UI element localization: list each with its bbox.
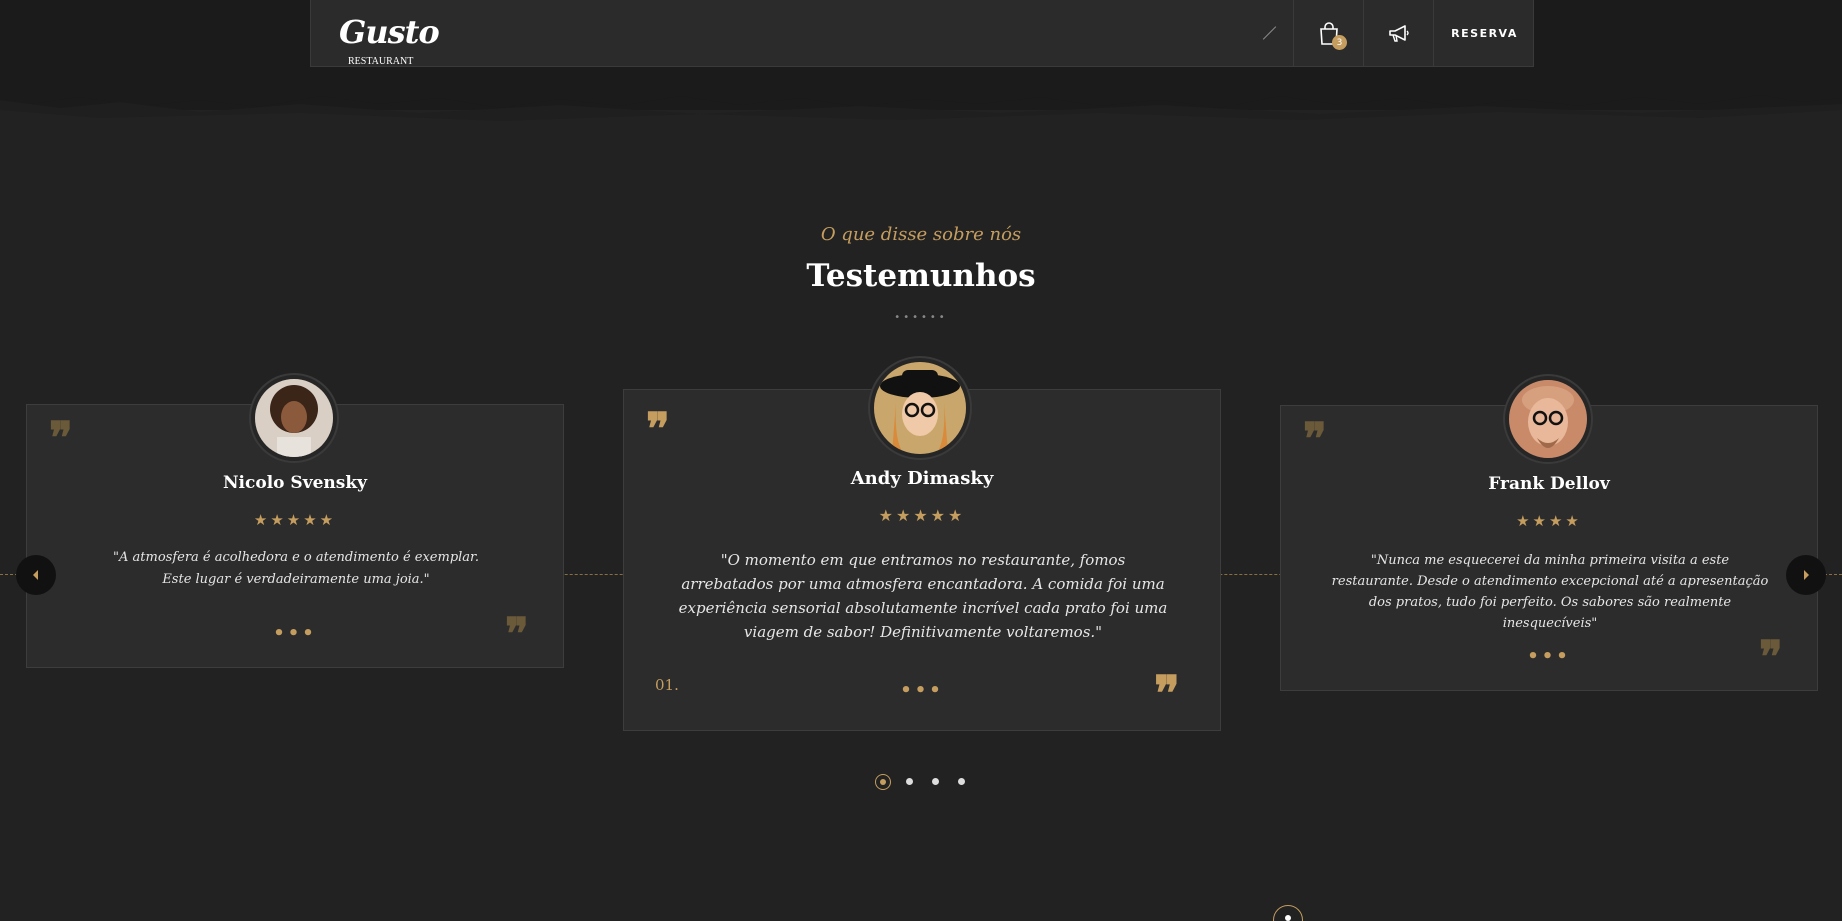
caret-left-icon — [33, 570, 38, 580]
rating-stars: ★★★★ — [1516, 512, 1582, 530]
pagination-dot[interactable] — [906, 778, 913, 785]
quote-close-icon: ❞ — [1154, 666, 1180, 722]
section-subtitle: O que disse sobre nós — [820, 224, 1022, 245]
read-more-dots[interactable]: ••• — [27, 623, 563, 644]
logo[interactable]: Gusto RESTAURANT — [339, 13, 440, 67]
avatar — [1505, 376, 1591, 462]
cart-button[interactable]: 3 — [1293, 0, 1363, 67]
read-more-dots[interactable]: ••• — [624, 680, 1220, 701]
site-header: Gusto RESTAURANT 3 RESERVA — [310, 0, 1534, 67]
quote-close-icon: ❞ — [505, 609, 529, 660]
testimonial-card-active: ❞ Andy Dimasky ★★★★★ "O momento em que e… — [623, 358, 1221, 731]
reserve-button[interactable]: RESERVA — [1433, 0, 1535, 67]
slash-icon — [1262, 26, 1277, 40]
quote-open-icon: ❞ — [49, 413, 73, 464]
pagination-dot[interactable] — [932, 778, 939, 785]
brush-edge-decoration — [0, 80, 1842, 121]
testimonial-card: ❞ Nicolo Svensky ★★★★★ "A atmosfera é ac… — [26, 375, 564, 668]
quote-open-icon: ❞ — [646, 404, 670, 455]
testimonial-text: "O momento em que entramos no restaurant… — [678, 551, 1168, 641]
avatar — [251, 375, 337, 461]
testimonial-name: Nicolo Svensky — [223, 473, 367, 493]
carousel-prev-button[interactable] — [16, 555, 56, 595]
quote-open-icon: ❞ — [1303, 414, 1327, 465]
title-divider-dots: •••••• — [894, 312, 948, 323]
read-more-dots[interactable]: ••• — [1281, 646, 1817, 667]
reserve-label: RESERVA — [1451, 27, 1518, 40]
announcements-button[interactable] — [1363, 0, 1433, 67]
avatar — [870, 358, 970, 458]
quote-close-icon: ❞ — [1759, 632, 1783, 683]
rating-stars: ★★★★★ — [878, 506, 966, 525]
logo-text: Gusto — [339, 13, 440, 51]
testimonial-card: ❞ Frank Dellov ★★★★ "Nunca me esquecerei… — [1280, 376, 1818, 691]
pagination-dot[interactable] — [958, 778, 965, 785]
section-title: Testemunhos — [806, 258, 1036, 294]
caret-right-icon — [1804, 570, 1809, 580]
testimonial-name: Andy Dimasky — [850, 468, 994, 489]
megaphone-icon — [1388, 24, 1409, 42]
testimonial-name: Frank Dellov — [1488, 474, 1610, 494]
testimonial-text: "Nunca me esquecerei da minha primeira v… — [1331, 553, 1769, 631]
cart-count-badge: 3 — [1332, 35, 1347, 50]
rating-stars: ★★★★★ — [253, 511, 337, 529]
pagination-dot-active[interactable] — [875, 774, 891, 790]
scroll-indicator[interactable] — [1273, 905, 1303, 921]
testimonial-text: "A atmosfera é acolhedora e o atendiment… — [113, 550, 479, 587]
carousel-next-button[interactable] — [1786, 555, 1826, 595]
logo-subtext: RESTAURANT — [348, 56, 414, 67]
